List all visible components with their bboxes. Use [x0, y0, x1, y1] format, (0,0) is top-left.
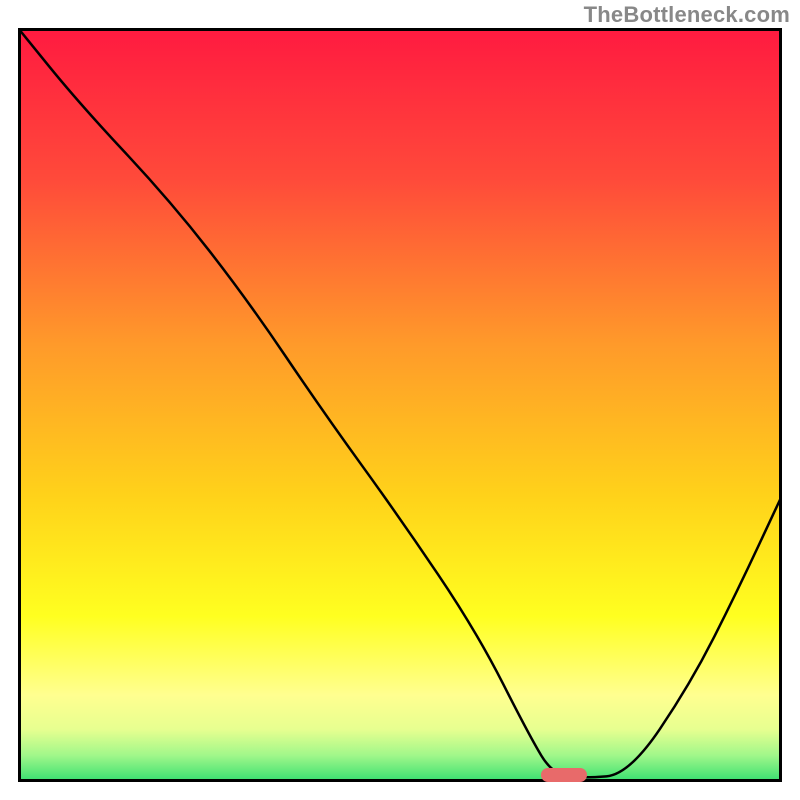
plot-background [18, 28, 782, 782]
plot-svg [18, 28, 782, 782]
watermark-text: TheBottleneck.com [584, 2, 790, 28]
chart-canvas: { "watermark": "TheBottleneck.com", "mar… [0, 0, 800, 800]
plot-frame [18, 28, 782, 782]
